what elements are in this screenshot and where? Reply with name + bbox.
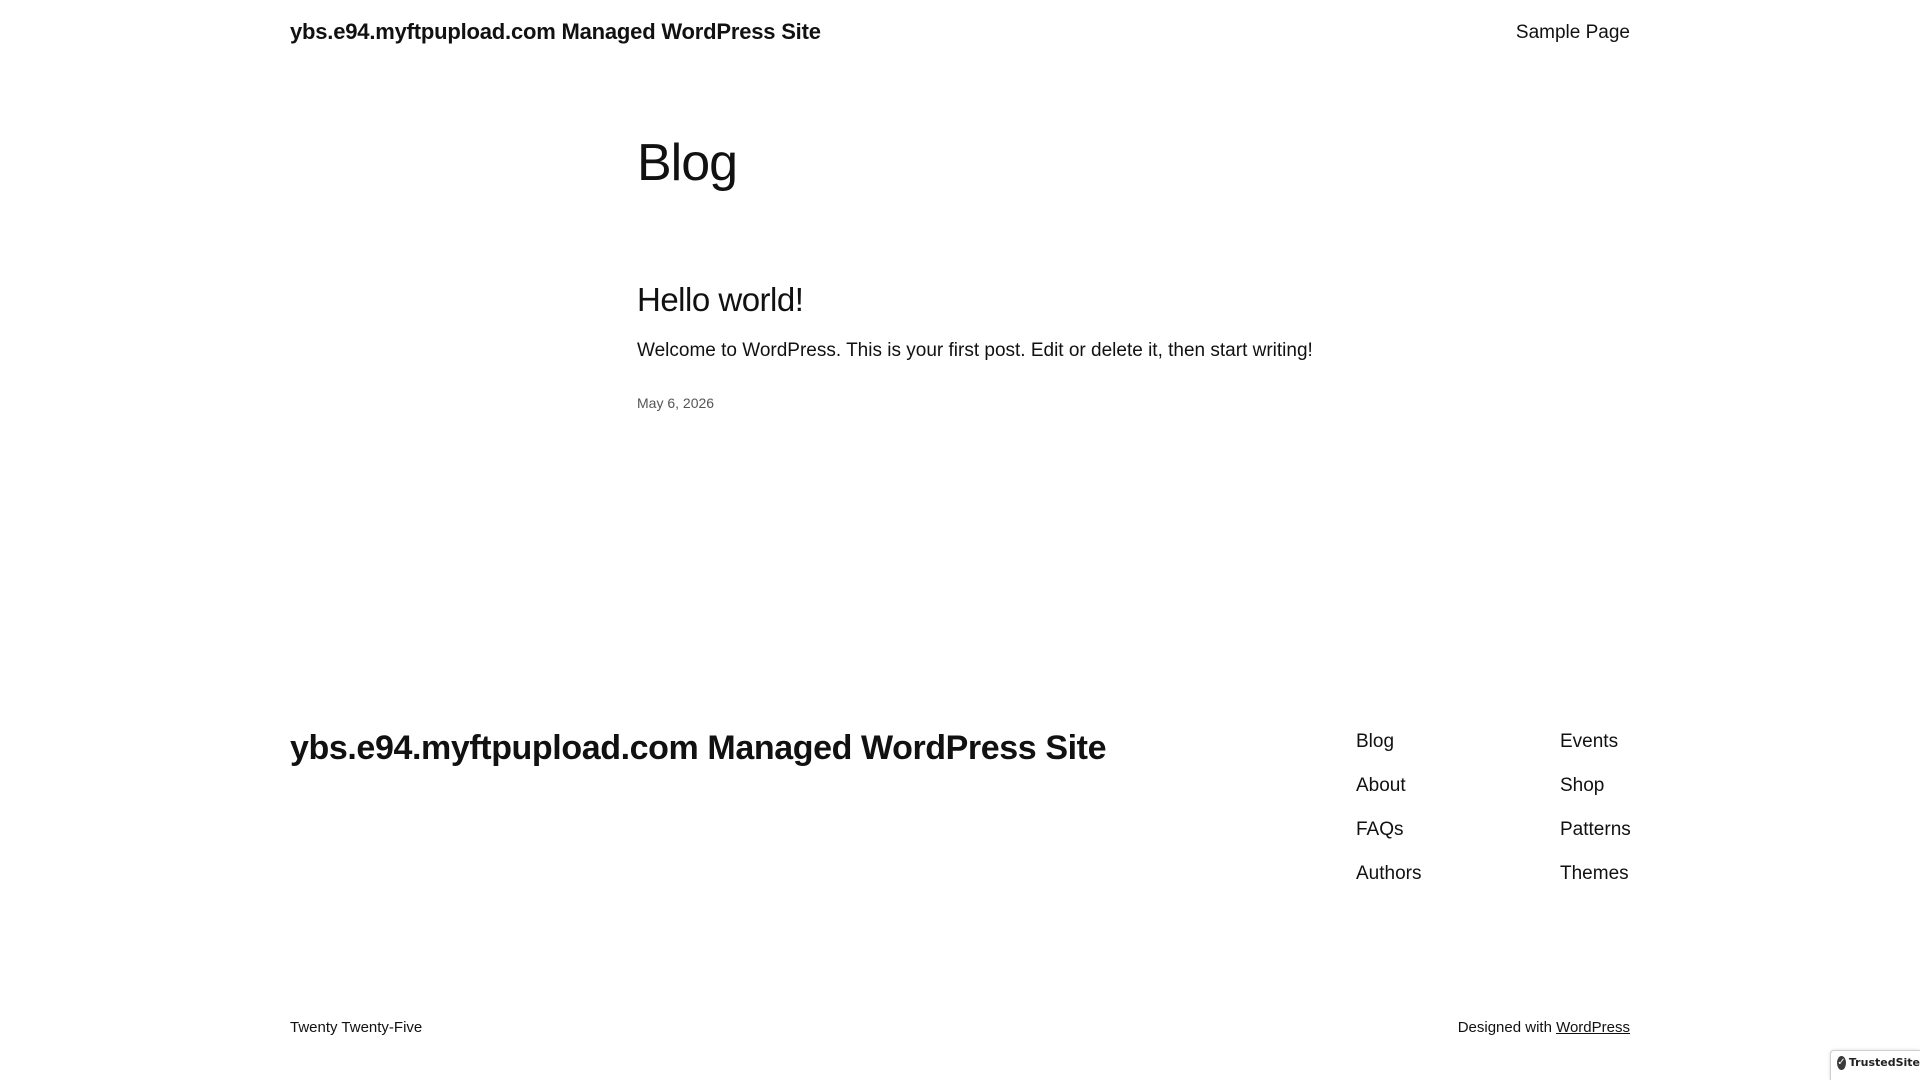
footer-wordpress-link[interactable]: WordPress <box>1556 1019 1630 1036</box>
post-excerpt: Welcome to WordPress. This is your first… <box>637 340 1313 361</box>
post-title[interactable]: Hello world! <box>637 281 804 319</box>
footer-link-authors[interactable]: Authors <box>1356 863 1421 907</box>
footer-link-blog[interactable]: Blog <box>1356 731 1421 775</box>
page: ybs.e94.myftpupload.com Managed WordPres… <box>0 0 1920 1080</box>
trustedsite-badge[interactable]: ✓ TrustedSite <box>1830 1050 1920 1080</box>
trustedsite-label: TrustedSite <box>1848 1056 1920 1069</box>
footer-credit: Designed with WordPress <box>1458 1019 1630 1036</box>
footer-link-faqs[interactable]: FAQs <box>1356 819 1421 863</box>
footer-theme-name: Twenty Twenty-Five <box>290 1019 423 1036</box>
check-icon: ✓ <box>1837 1056 1846 1070</box>
footer-nav-column-2: Events Shop Patterns Themes <box>1560 731 1631 907</box>
footer-link-shop[interactable]: Shop <box>1560 775 1631 819</box>
page-title: Blog <box>637 134 738 192</box>
post-date[interactable]: May 6, 2026 <box>637 395 714 411</box>
footer-link-events[interactable]: Events <box>1560 731 1631 775</box>
header-site-title[interactable]: ybs.e94.myftpupload.com Managed WordPres… <box>290 19 821 45</box>
footer-nav-column-1: Blog About FAQs Authors <box>1356 731 1421 907</box>
footer-link-about[interactable]: About <box>1356 775 1421 819</box>
footer-link-themes[interactable]: Themes <box>1560 863 1631 907</box>
footer-credit-prefix: Designed with <box>1457 1019 1552 1036</box>
footer-link-patterns[interactable]: Patterns <box>1560 819 1631 863</box>
nav-sample-page[interactable]: Sample Page <box>1516 22 1630 44</box>
footer-site-title[interactable]: ybs.e94.myftpupload.com Managed WordPres… <box>290 729 1106 768</box>
